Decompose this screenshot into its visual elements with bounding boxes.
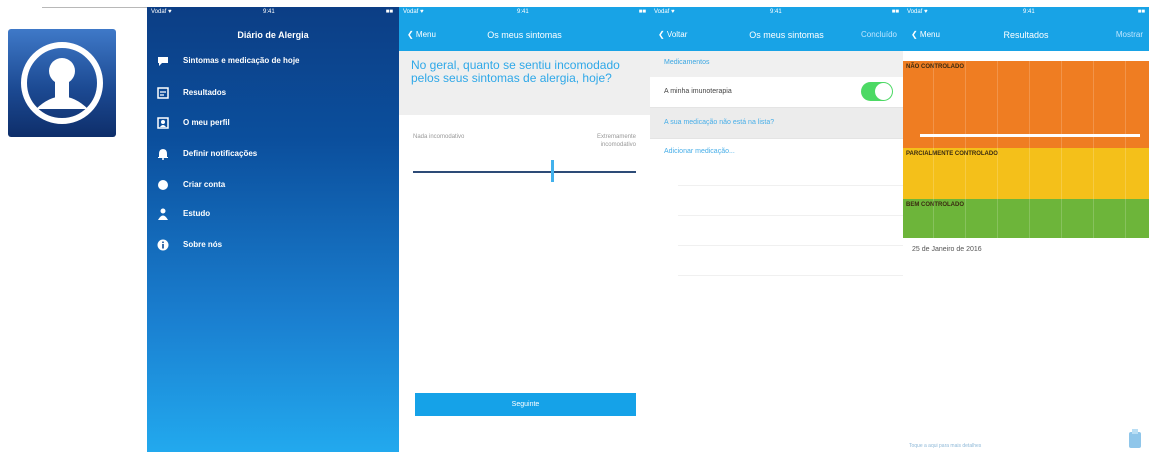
chart-axis bbox=[903, 51, 1149, 61]
divider bbox=[678, 185, 903, 186]
not-in-list-row[interactable]: A sua medicação não está na lista? bbox=[650, 108, 903, 139]
menu-item-results[interactable]: Resultados bbox=[147, 80, 399, 108]
status-bar: Vodaf ♥ 9:41 ■■ bbox=[650, 7, 903, 19]
band-label: BEM CONTROLADO bbox=[906, 202, 964, 208]
carrier-text: Vodaf ♥ bbox=[907, 9, 928, 15]
menu-item-label: Criar conta bbox=[183, 180, 226, 189]
status-bar: Vodaf ♥ 9:41 ■■ bbox=[399, 7, 650, 19]
carrier-text: Vodaf ♥ bbox=[403, 9, 424, 15]
carrier-text: Vodaf ♥ bbox=[151, 9, 172, 15]
done-button[interactable]: Concluído bbox=[861, 30, 897, 39]
menu-item-my-profile[interactable]: O meu perfil bbox=[147, 110, 399, 138]
menu-item-notifications[interactable]: Definir notificações bbox=[147, 141, 399, 169]
status-bar: Vodaf ♥ 9:41 ■■ bbox=[903, 7, 1149, 19]
section-title: Medicamentos bbox=[664, 59, 710, 66]
menu-title: Diário de Alergia bbox=[237, 30, 309, 40]
grid-line bbox=[1125, 61, 1126, 238]
clock-text: 9:41 bbox=[1023, 9, 1035, 15]
add-medication-link[interactable]: Adicionar medicação... bbox=[664, 148, 735, 155]
bell-icon bbox=[158, 149, 168, 160]
menu-item-todays-symptoms[interactable]: Sintomas e medicação de hoje bbox=[147, 48, 399, 76]
menu-item-label: Sobre nós bbox=[183, 240, 223, 249]
severity-slider[interactable] bbox=[413, 171, 636, 173]
section-header: Medicamentos bbox=[650, 51, 903, 77]
divider bbox=[678, 245, 903, 246]
grid-line bbox=[1061, 61, 1062, 238]
menu-item-label: Estudo bbox=[183, 209, 211, 218]
symptoms-screen: Vodaf ♥ 9:41 ■■ ❮ Menu Os meus sintomas … bbox=[399, 7, 650, 452]
grid-line bbox=[997, 61, 998, 238]
results-screen: Vodaf ♥ 9:41 ■■ ❮ Menu Resultados Mostra… bbox=[903, 7, 1149, 452]
result-line bbox=[920, 134, 1140, 137]
band-label: NÃO CONTROLADO bbox=[906, 64, 964, 70]
menu-item-about-us[interactable]: Sobre nós bbox=[147, 232, 399, 260]
divider bbox=[678, 275, 903, 276]
speech-bubble-icon bbox=[158, 57, 168, 66]
results-icon bbox=[157, 87, 169, 99]
scale-max-label: Extremamente incomodativo bbox=[596, 134, 636, 148]
next-button[interactable]: Seguinte bbox=[415, 393, 636, 416]
grid-line bbox=[933, 61, 934, 238]
menu-screen: Vodaf ♥ 9:41 ■■ Diário de Alergia Sintom… bbox=[147, 7, 399, 452]
info-icon bbox=[157, 239, 169, 251]
menu-item-label: Sintomas e medicação de hoje bbox=[183, 56, 300, 65]
clock-text: 9:41 bbox=[770, 9, 782, 15]
menu-item-label: Resultados bbox=[183, 88, 227, 97]
date-label: 25 de Janeiro de 2016 bbox=[912, 246, 982, 253]
app-logo-icon bbox=[8, 29, 116, 137]
band-partially-controlled: PARCIALMENTE CONTROLADO bbox=[903, 148, 1149, 199]
battery-icon: ■■ bbox=[1137, 9, 1145, 15]
battery-icon: ■■ bbox=[385, 9, 393, 15]
details-link[interactable]: Toque a aqui para mais detalhes bbox=[909, 443, 981, 449]
share-icon[interactable] bbox=[1127, 428, 1143, 450]
menu-item-study[interactable]: Estudo bbox=[147, 201, 399, 229]
show-button[interactable]: Mostrar bbox=[1116, 30, 1143, 39]
battery-icon: ■■ bbox=[891, 9, 899, 15]
band-well-controlled: BEM CONTROLADO bbox=[903, 199, 1149, 238]
medication-navbar: ❮ Voltar Os meus sintomas Concluído bbox=[650, 19, 903, 51]
account-icon bbox=[158, 180, 168, 190]
results-title: Resultados bbox=[1003, 30, 1049, 40]
battery-icon: ■■ bbox=[638, 9, 646, 15]
person-icon bbox=[158, 208, 168, 220]
question-panel: No geral, quanto se sentiu incomodado pe… bbox=[399, 51, 650, 115]
carrier-text: Vodaf ♥ bbox=[654, 9, 675, 15]
medication-screen: Vodaf ♥ 9:41 ■■ ❮ Voltar Os meus sintoma… bbox=[650, 7, 903, 452]
immunotherapy-row: A minha imunoterapia bbox=[650, 77, 903, 108]
not-in-list-link: A sua medicação não está na lista? bbox=[664, 119, 775, 126]
status-bar: Vodaf ♥ 9:41 ■■ bbox=[147, 7, 399, 19]
menu-item-label: O meu perfil bbox=[183, 118, 230, 127]
band-label: PARCIALMENTE CONTROLADO bbox=[906, 151, 998, 157]
question-text: No geral, quanto se sentiu incomodado pe… bbox=[411, 58, 620, 85]
symptoms-title: Os meus sintomas bbox=[487, 30, 562, 40]
divider bbox=[678, 215, 903, 216]
clock-text: 9:41 bbox=[517, 9, 529, 15]
slider-thumb[interactable] bbox=[551, 160, 555, 182]
grid-line bbox=[1093, 61, 1094, 238]
immunotherapy-toggle[interactable] bbox=[861, 82, 893, 101]
grid-line bbox=[1029, 61, 1030, 238]
grid-line bbox=[965, 61, 966, 238]
profile-card-icon bbox=[157, 117, 169, 129]
clock-text: 9:41 bbox=[263, 9, 275, 15]
immunotherapy-label: A minha imunoterapia bbox=[664, 88, 732, 95]
symptoms-navbar: ❮ Menu Os meus sintomas bbox=[399, 19, 650, 51]
menu-item-label: Definir notificações bbox=[183, 149, 258, 158]
menu-item-create-account[interactable]: Criar conta bbox=[147, 172, 399, 200]
scale-min-label: Nada incomodativo bbox=[413, 134, 465, 140]
menu-navbar: Diário de Alergia bbox=[147, 19, 399, 51]
results-navbar: ❮ Menu Resultados Mostrar bbox=[903, 19, 1149, 51]
